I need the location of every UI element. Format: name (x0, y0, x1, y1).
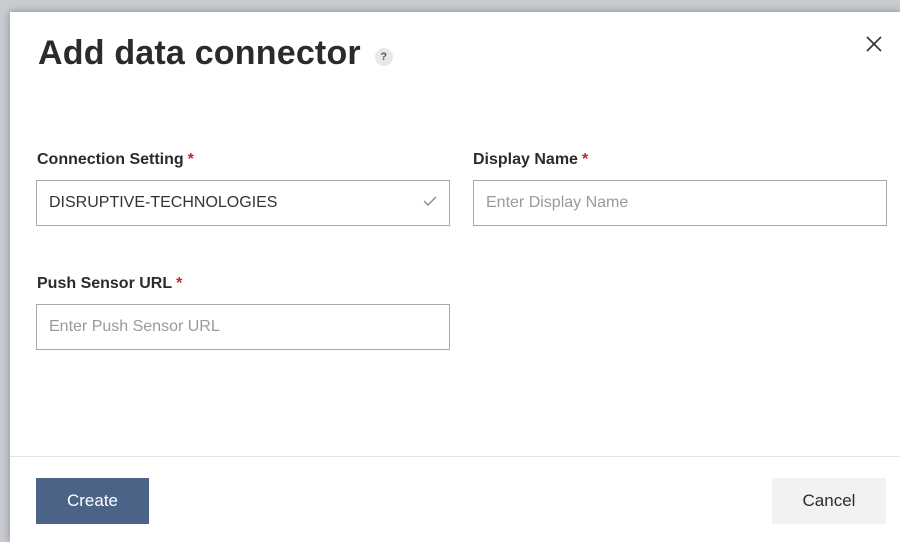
required-marker: * (581, 151, 589, 168)
connection-setting-value: DISRUPTIVE-TECHNOLOGIES (49, 194, 278, 211)
help-icon[interactable]: ? (374, 47, 393, 66)
connection-setting-label-text: Connection Setting (37, 151, 184, 168)
dialog-title: Add data connector ? (38, 34, 393, 73)
push-sensor-url-label-text: Push Sensor URL (37, 275, 173, 292)
required-marker: * (176, 275, 183, 292)
create-button[interactable]: Create (36, 478, 149, 524)
display-name-label-text: Display Name (473, 151, 578, 168)
connection-setting-select[interactable]: DISRUPTIVE-TECHNOLOGIES (36, 180, 450, 226)
display-name-input[interactable] (473, 180, 887, 226)
display-name-label: Display Name * (473, 151, 588, 169)
close-icon[interactable] (862, 32, 886, 56)
check-icon (423, 194, 437, 212)
required-marker: * (187, 151, 194, 168)
cancel-button[interactable]: Cancel (772, 478, 886, 524)
footer-divider (10, 456, 900, 457)
add-data-connector-dialog: Add data connector ? Connection Setting *… (10, 12, 900, 542)
push-sensor-url-label: Push Sensor URL * (37, 275, 182, 293)
push-sensor-url-input[interactable] (36, 304, 450, 350)
connection-setting-label: Connection Setting * (37, 151, 194, 169)
dialog-title-text: Add data connector (38, 34, 361, 72)
